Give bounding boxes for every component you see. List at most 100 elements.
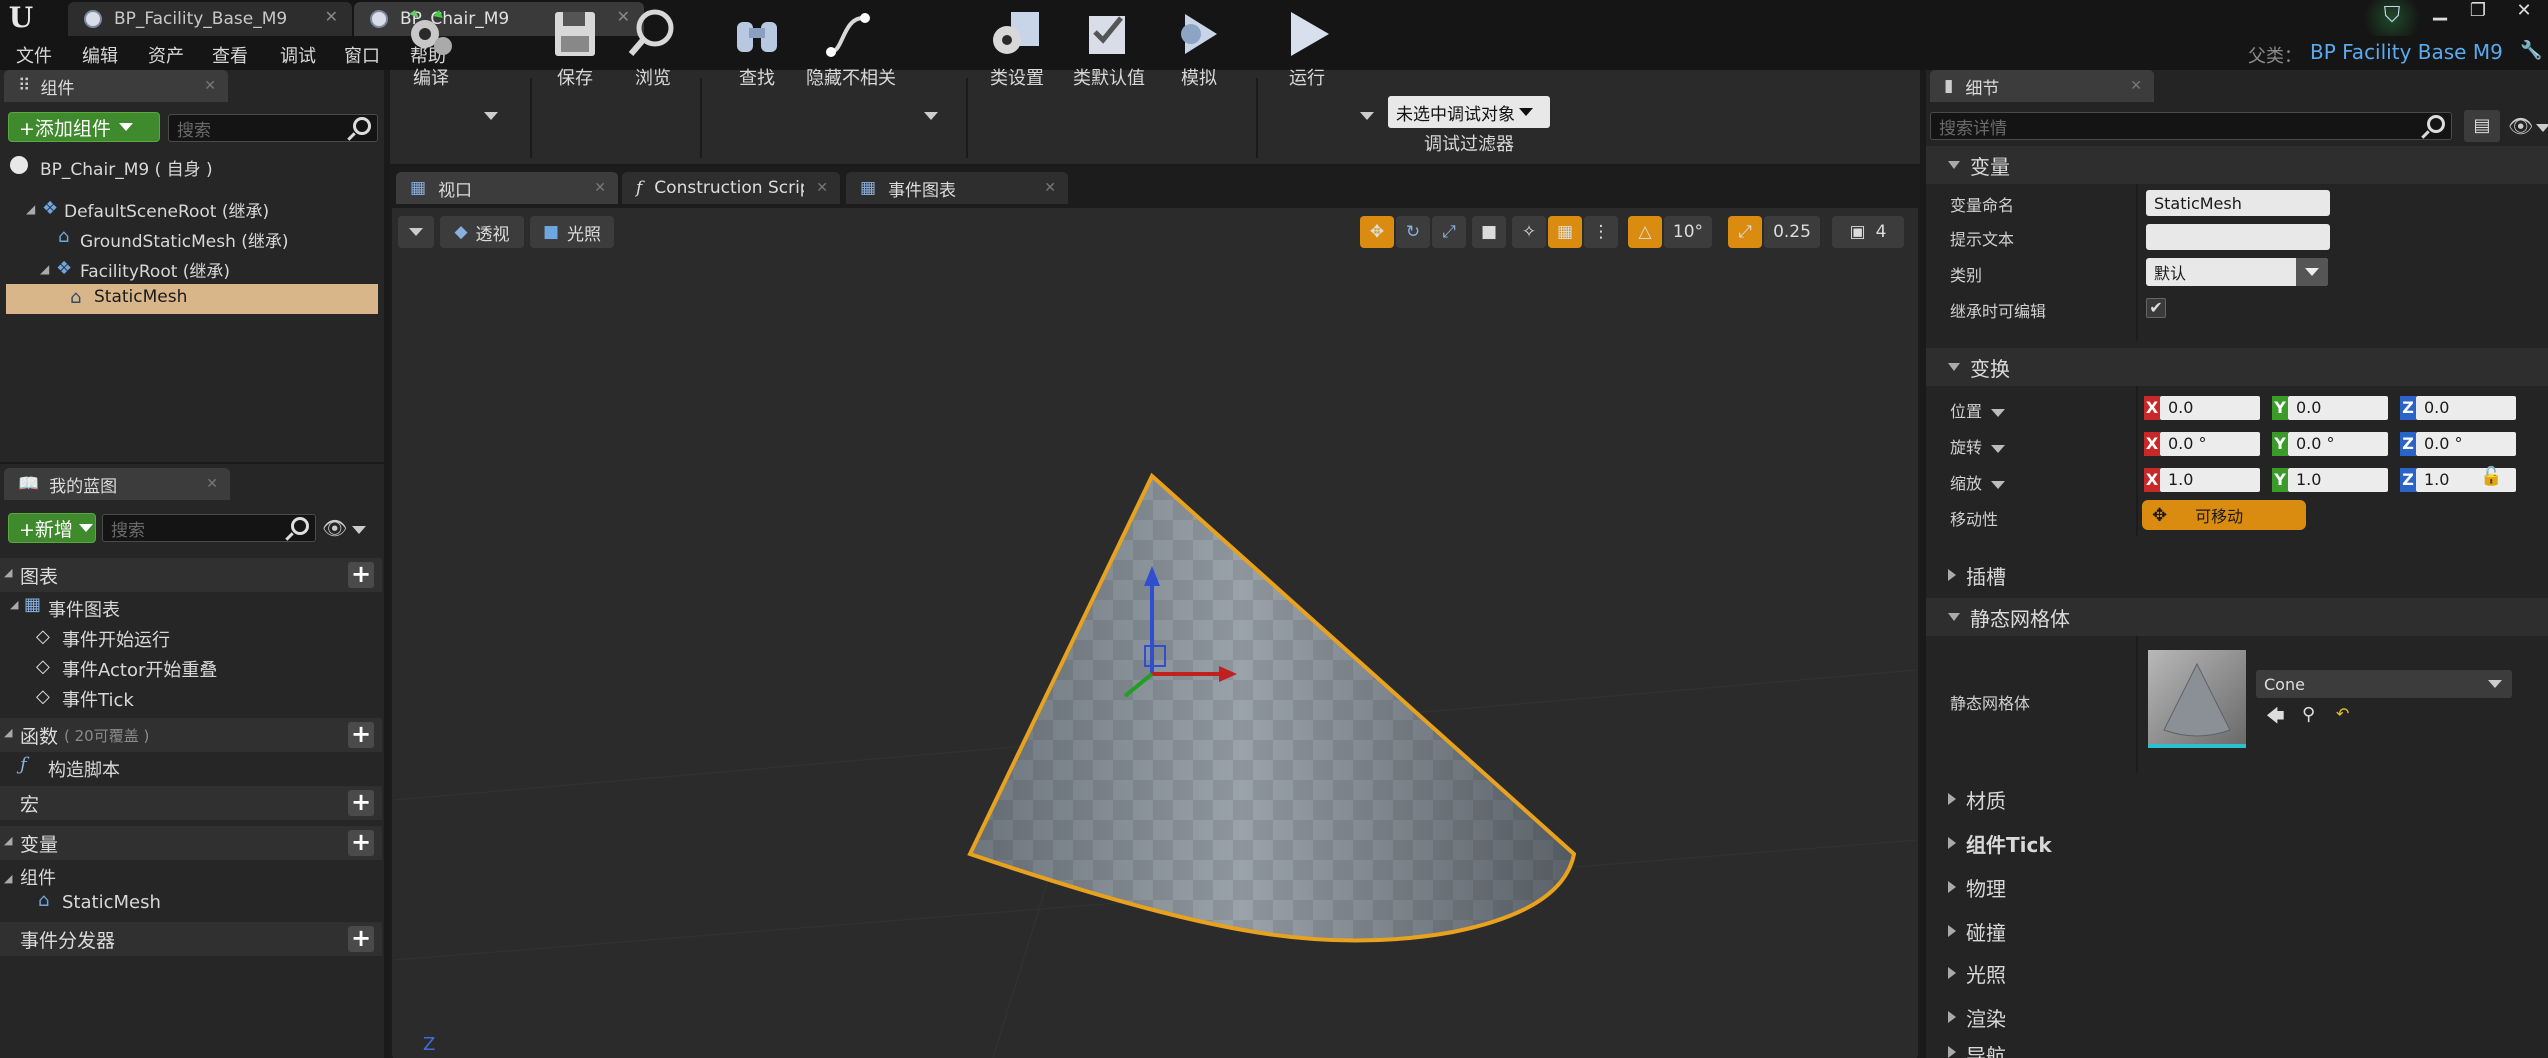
mesh-thumbnail[interactable]: [2148, 650, 2246, 748]
component-static-mesh[interactable]: StaticMesh: [94, 287, 187, 307]
tab-viewport[interactable]: ▦ 视口 ✕: [396, 172, 618, 204]
close-window-icon[interactable]: ✕: [2506, 0, 2542, 24]
scale-x-value[interactable]: 1.0: [2160, 468, 2260, 492]
static-mesh-section-header[interactable]: 静态网格体: [1926, 598, 2548, 636]
scale-snap-value[interactable]: 0.25: [1764, 216, 1820, 248]
hide-unrelated-button[interactable]: 隐藏不相关: [806, 8, 896, 90]
rotation-y[interactable]: Y 0.0 °: [2272, 432, 2388, 456]
transform-section-header[interactable]: 变换: [1926, 348, 2548, 386]
compile-button[interactable]: 编译: [386, 8, 476, 90]
menu-edit[interactable]: 编辑: [82, 42, 118, 68]
close-tab-icon[interactable]: ✕: [206, 476, 218, 492]
location-y-value[interactable]: 0.0: [2288, 396, 2388, 420]
tooltip-field[interactable]: [2146, 224, 2330, 250]
cone-mesh[interactable]: [967, 472, 1577, 943]
variable-name-field[interactable]: StaticMesh: [2146, 190, 2330, 216]
coordinate-system-button[interactable]: ■: [1472, 216, 1506, 248]
grid-snap-value[interactable]: ⋮: [1584, 216, 1618, 248]
location-dropdown[interactable]: 位置: [1950, 398, 2006, 422]
component-tick-section-header[interactable]: 组件Tick: [1926, 822, 2548, 864]
macros-section[interactable]: 宏: [0, 786, 382, 820]
editable-checkbox[interactable]: ✔: [2146, 298, 2166, 318]
lighting-section-header[interactable]: 光照: [1926, 952, 2548, 994]
expand-arrow-icon[interactable]: ◢: [40, 262, 49, 276]
menu-asset[interactable]: 资产: [148, 42, 184, 68]
scale-y-value[interactable]: 1.0: [2288, 468, 2388, 492]
scale-x[interactable]: X 1.0: [2144, 468, 2260, 492]
materials-section-header[interactable]: 材质: [1926, 778, 2548, 820]
perspective-button[interactable]: ◆ 透视: [440, 216, 524, 248]
class-defaults-button[interactable]: 类默认值: [1064, 8, 1154, 90]
rotation-dropdown[interactable]: 旋转: [1950, 434, 2006, 458]
rotation-z[interactable]: Z 0.0 °: [2400, 432, 2516, 456]
surface-snap-button[interactable]: ✧: [1512, 216, 1546, 248]
menu-window[interactable]: 窗口: [344, 42, 380, 68]
menu-file[interactable]: 文件: [16, 42, 52, 68]
event-begin-play[interactable]: 事件开始运行: [62, 626, 170, 652]
tab-event-graph[interactable]: ▦ 事件图表 ✕: [846, 172, 1068, 204]
tab-construction-script[interactable]: f Construction Script ✕: [622, 172, 840, 204]
components-tab[interactable]: ⠿ 组件 ✕: [4, 70, 228, 102]
scale-snap-button[interactable]: ⤢: [1728, 216, 1762, 248]
compile-options-icon[interactable]: [484, 112, 498, 120]
physics-section-header[interactable]: 物理: [1926, 866, 2548, 908]
close-tab-icon[interactable]: ✕: [2130, 78, 2142, 94]
eye-icon[interactable]: 👁: [322, 516, 347, 540]
close-tab-icon[interactable]: ✕: [325, 7, 338, 26]
parent-class-link[interactable]: BP Facility Base M9: [2310, 40, 2503, 64]
mobility-movable-button[interactable]: ✥ 可移动: [2142, 500, 2306, 530]
rotation-snap-value[interactable]: 10°: [1664, 216, 1712, 248]
component-default-scene-root[interactable]: DefaultSceneRoot (继承): [64, 197, 269, 222]
add-function-button[interactable]: +: [348, 722, 374, 748]
event-dispatchers-section[interactable]: 事件分发器: [0, 922, 382, 956]
debug-object-select[interactable]: 未选中调试对象: [1388, 96, 1550, 128]
blueprint-search-input[interactable]: 搜索: [102, 514, 316, 542]
menu-debug[interactable]: 调试: [280, 42, 316, 68]
translate-mode-button[interactable]: ✥: [1360, 216, 1394, 248]
event-actor-begin-overlap[interactable]: 事件Actor开始重叠: [62, 656, 217, 682]
add-new-button[interactable]: +新增: [8, 513, 96, 543]
viewport-options-button[interactable]: [398, 216, 434, 248]
navigation-section-header[interactable]: 导航: [1926, 1040, 2548, 1058]
construction-script-item[interactable]: 构造脚本: [48, 756, 120, 782]
restore-icon[interactable]: ❐: [2460, 0, 2496, 24]
expand-arrow-icon[interactable]: ◢: [4, 872, 12, 885]
sockets-section-header[interactable]: 插槽: [1926, 554, 2548, 596]
save-button[interactable]: 保存: [530, 8, 620, 90]
rotation-snap-button[interactable]: △: [1628, 216, 1662, 248]
component-facility-root[interactable]: FacilityRoot (继承): [80, 257, 230, 282]
variables-section[interactable]: 变量: [0, 826, 382, 860]
tab-bp-facility-base[interactable]: BP_Facility_Base_M9 ✕: [68, 2, 352, 36]
event-tick[interactable]: 事件Tick: [62, 686, 134, 712]
use-selected-arrow-icon[interactable]: 🡄: [2266, 704, 2285, 734]
hide-unrelated-options-icon[interactable]: [924, 112, 938, 120]
wrench-icon[interactable]: 🔧: [2520, 40, 2542, 61]
scale-y[interactable]: Y 1.0: [2272, 468, 2388, 492]
rotation-z-value[interactable]: 0.0 °: [2416, 432, 2516, 456]
property-matrix-button[interactable]: ▤: [2464, 110, 2500, 142]
rendering-section-header[interactable]: 渲染: [1926, 996, 2548, 1038]
viewport-canvas[interactable]: Z: [393, 240, 1917, 1058]
camera-speed-button[interactable]: ▣ 4: [1832, 216, 1904, 248]
grid-snap-button[interactable]: ▦: [1548, 216, 1582, 248]
collision-section-header[interactable]: 碰撞: [1926, 910, 2548, 952]
graduation-cap-icon[interactable]: ⛉: [2380, 4, 2404, 28]
eye-icon[interactable]: 👁: [2508, 114, 2533, 138]
functions-section[interactable]: 函数 ( 20可覆盖 ): [0, 718, 382, 752]
add-graph-button[interactable]: +: [348, 562, 374, 588]
components-category[interactable]: 组件: [20, 864, 56, 890]
add-variable-button[interactable]: +: [348, 830, 374, 856]
variable-section-header[interactable]: 变量: [1926, 146, 2548, 184]
rotate-mode-button[interactable]: ↻: [1396, 216, 1430, 248]
scale-dropdown[interactable]: 缩放: [1950, 470, 2006, 494]
add-dispatcher-button[interactable]: +: [348, 926, 374, 952]
rotation-x[interactable]: X 0.0 °: [2144, 432, 2260, 456]
details-tab[interactable]: ▮ 细节 ✕: [1930, 70, 2154, 102]
category-select[interactable]: 默认: [2146, 258, 2328, 286]
location-z[interactable]: Z 0.0: [2400, 396, 2516, 420]
component-root-item[interactable]: BP_Chair_M9 ( 自身 ): [40, 155, 213, 180]
location-z-value[interactable]: 0.0: [2416, 396, 2516, 420]
chevron-down-icon[interactable]: [2536, 124, 2548, 132]
close-tab-icon[interactable]: ✕: [816, 180, 828, 196]
component-search-input[interactable]: 搜索: [168, 114, 378, 142]
